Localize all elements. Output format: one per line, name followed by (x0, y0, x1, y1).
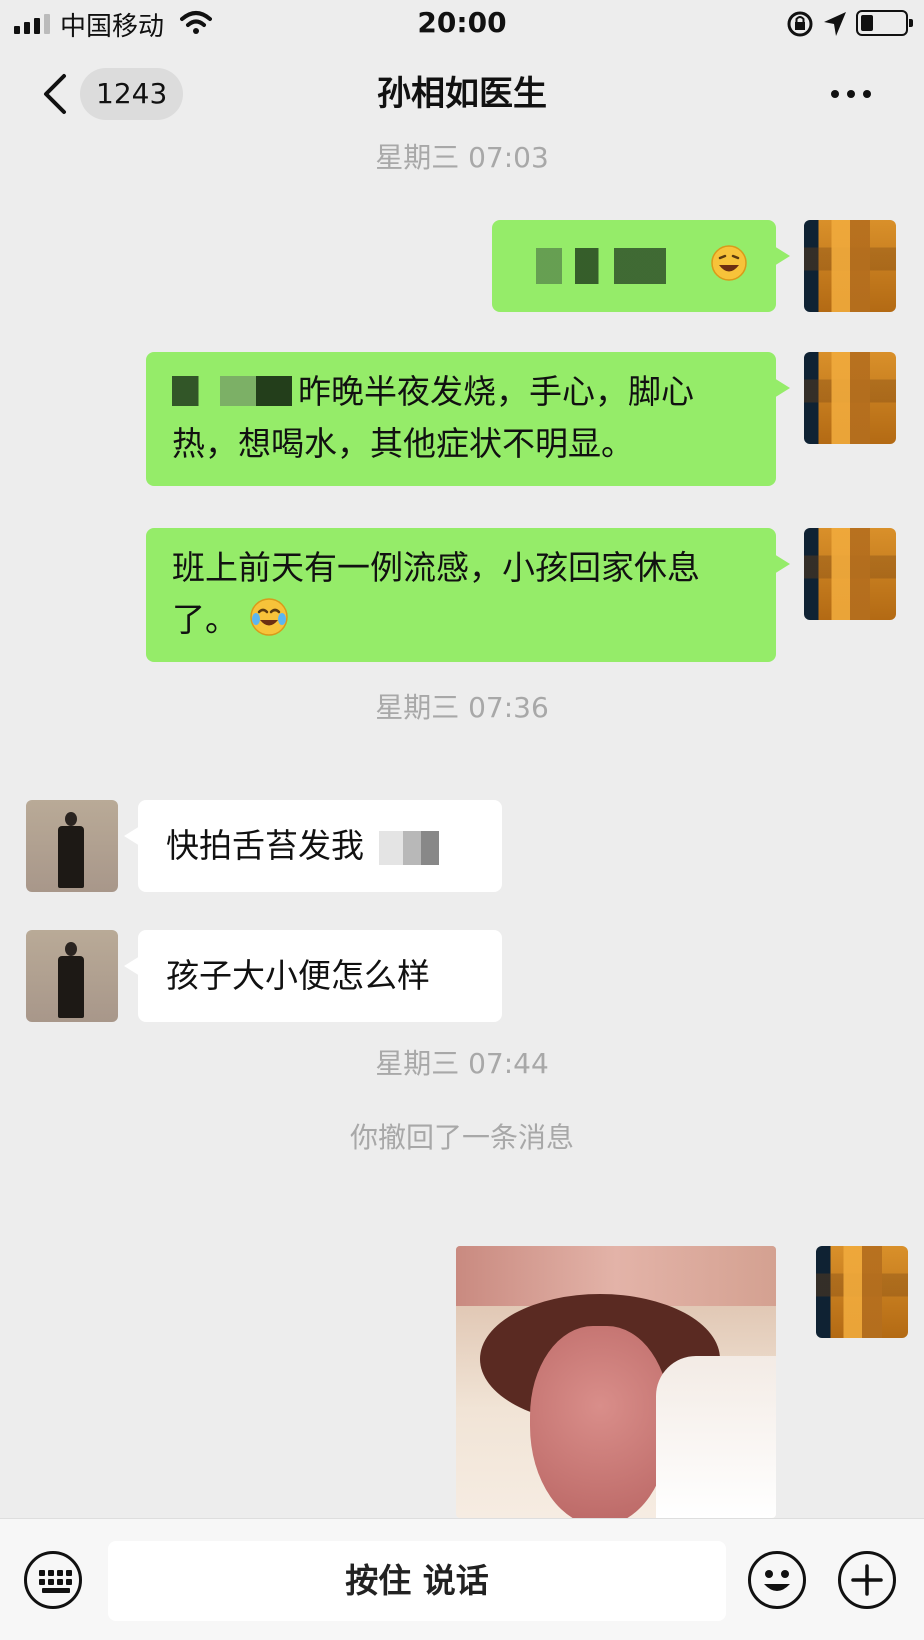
timestamp: 星期三 07:03 (375, 142, 549, 174)
my-avatar[interactable] (804, 528, 896, 620)
chat-title: 孙相如医生 (377, 74, 547, 114)
redacted-text (378, 830, 439, 865)
redacted-text (536, 248, 666, 284)
my-avatar[interactable] (816, 1246, 908, 1338)
received-message[interactable]: 快拍舌苔发我 (124, 800, 502, 892)
keyboard-icon[interactable] (24, 1551, 82, 1609)
sent-message[interactable]: 昨晚半夜发烧，手心，脚心热，想喝水，其他症状不明显。 (146, 352, 790, 486)
message-text: 孩子大小便怎么样 (166, 956, 430, 995)
emoji-icon[interactable] (748, 1551, 806, 1609)
doctor-avatar[interactable] (26, 800, 118, 892)
tongue-photo-message[interactable] (456, 1246, 776, 1518)
received-message[interactable]: 孩子大小便怎么样 (124, 930, 502, 1022)
status-bar: 中国移动 20:00 (0, 0, 924, 48)
rotation-lock-icon (787, 11, 813, 37)
plus-icon[interactable] (838, 1551, 896, 1609)
my-avatar[interactable] (804, 220, 896, 312)
sent-message[interactable]: 班上前天有一例流感，小孩回家休息了。 (146, 528, 790, 662)
chat-header: 1243 孙相如医生 (0, 48, 924, 142)
more-icon[interactable] (826, 84, 876, 104)
hold-to-talk-button[interactable]: 按住 说话 (108, 1541, 726, 1621)
doctor-avatar[interactable] (26, 930, 118, 1022)
sent-message[interactable] (492, 220, 790, 312)
recall-notice[interactable]: 你撤回了一条消息 (0, 1116, 924, 1156)
message-text: 快拍舌苔发我 (166, 826, 364, 865)
location-icon (824, 12, 846, 36)
redacted-text (172, 376, 292, 406)
grin-emoji-icon (711, 245, 747, 281)
crying-laughing-emoji-icon (249, 598, 288, 636)
message-list[interactable]: 星期三 07:03 昨晚半夜发烧，手心，脚心热，想喝水，其他症状不明显。 班上前… (0, 142, 924, 1518)
my-avatar[interactable] (804, 352, 896, 444)
timestamp: 星期三 07:36 (375, 691, 549, 724)
battery-icon (856, 10, 913, 36)
input-bar: 按住 说话 (0, 1518, 924, 1640)
timestamp: 星期三 07:44 (375, 1047, 549, 1080)
